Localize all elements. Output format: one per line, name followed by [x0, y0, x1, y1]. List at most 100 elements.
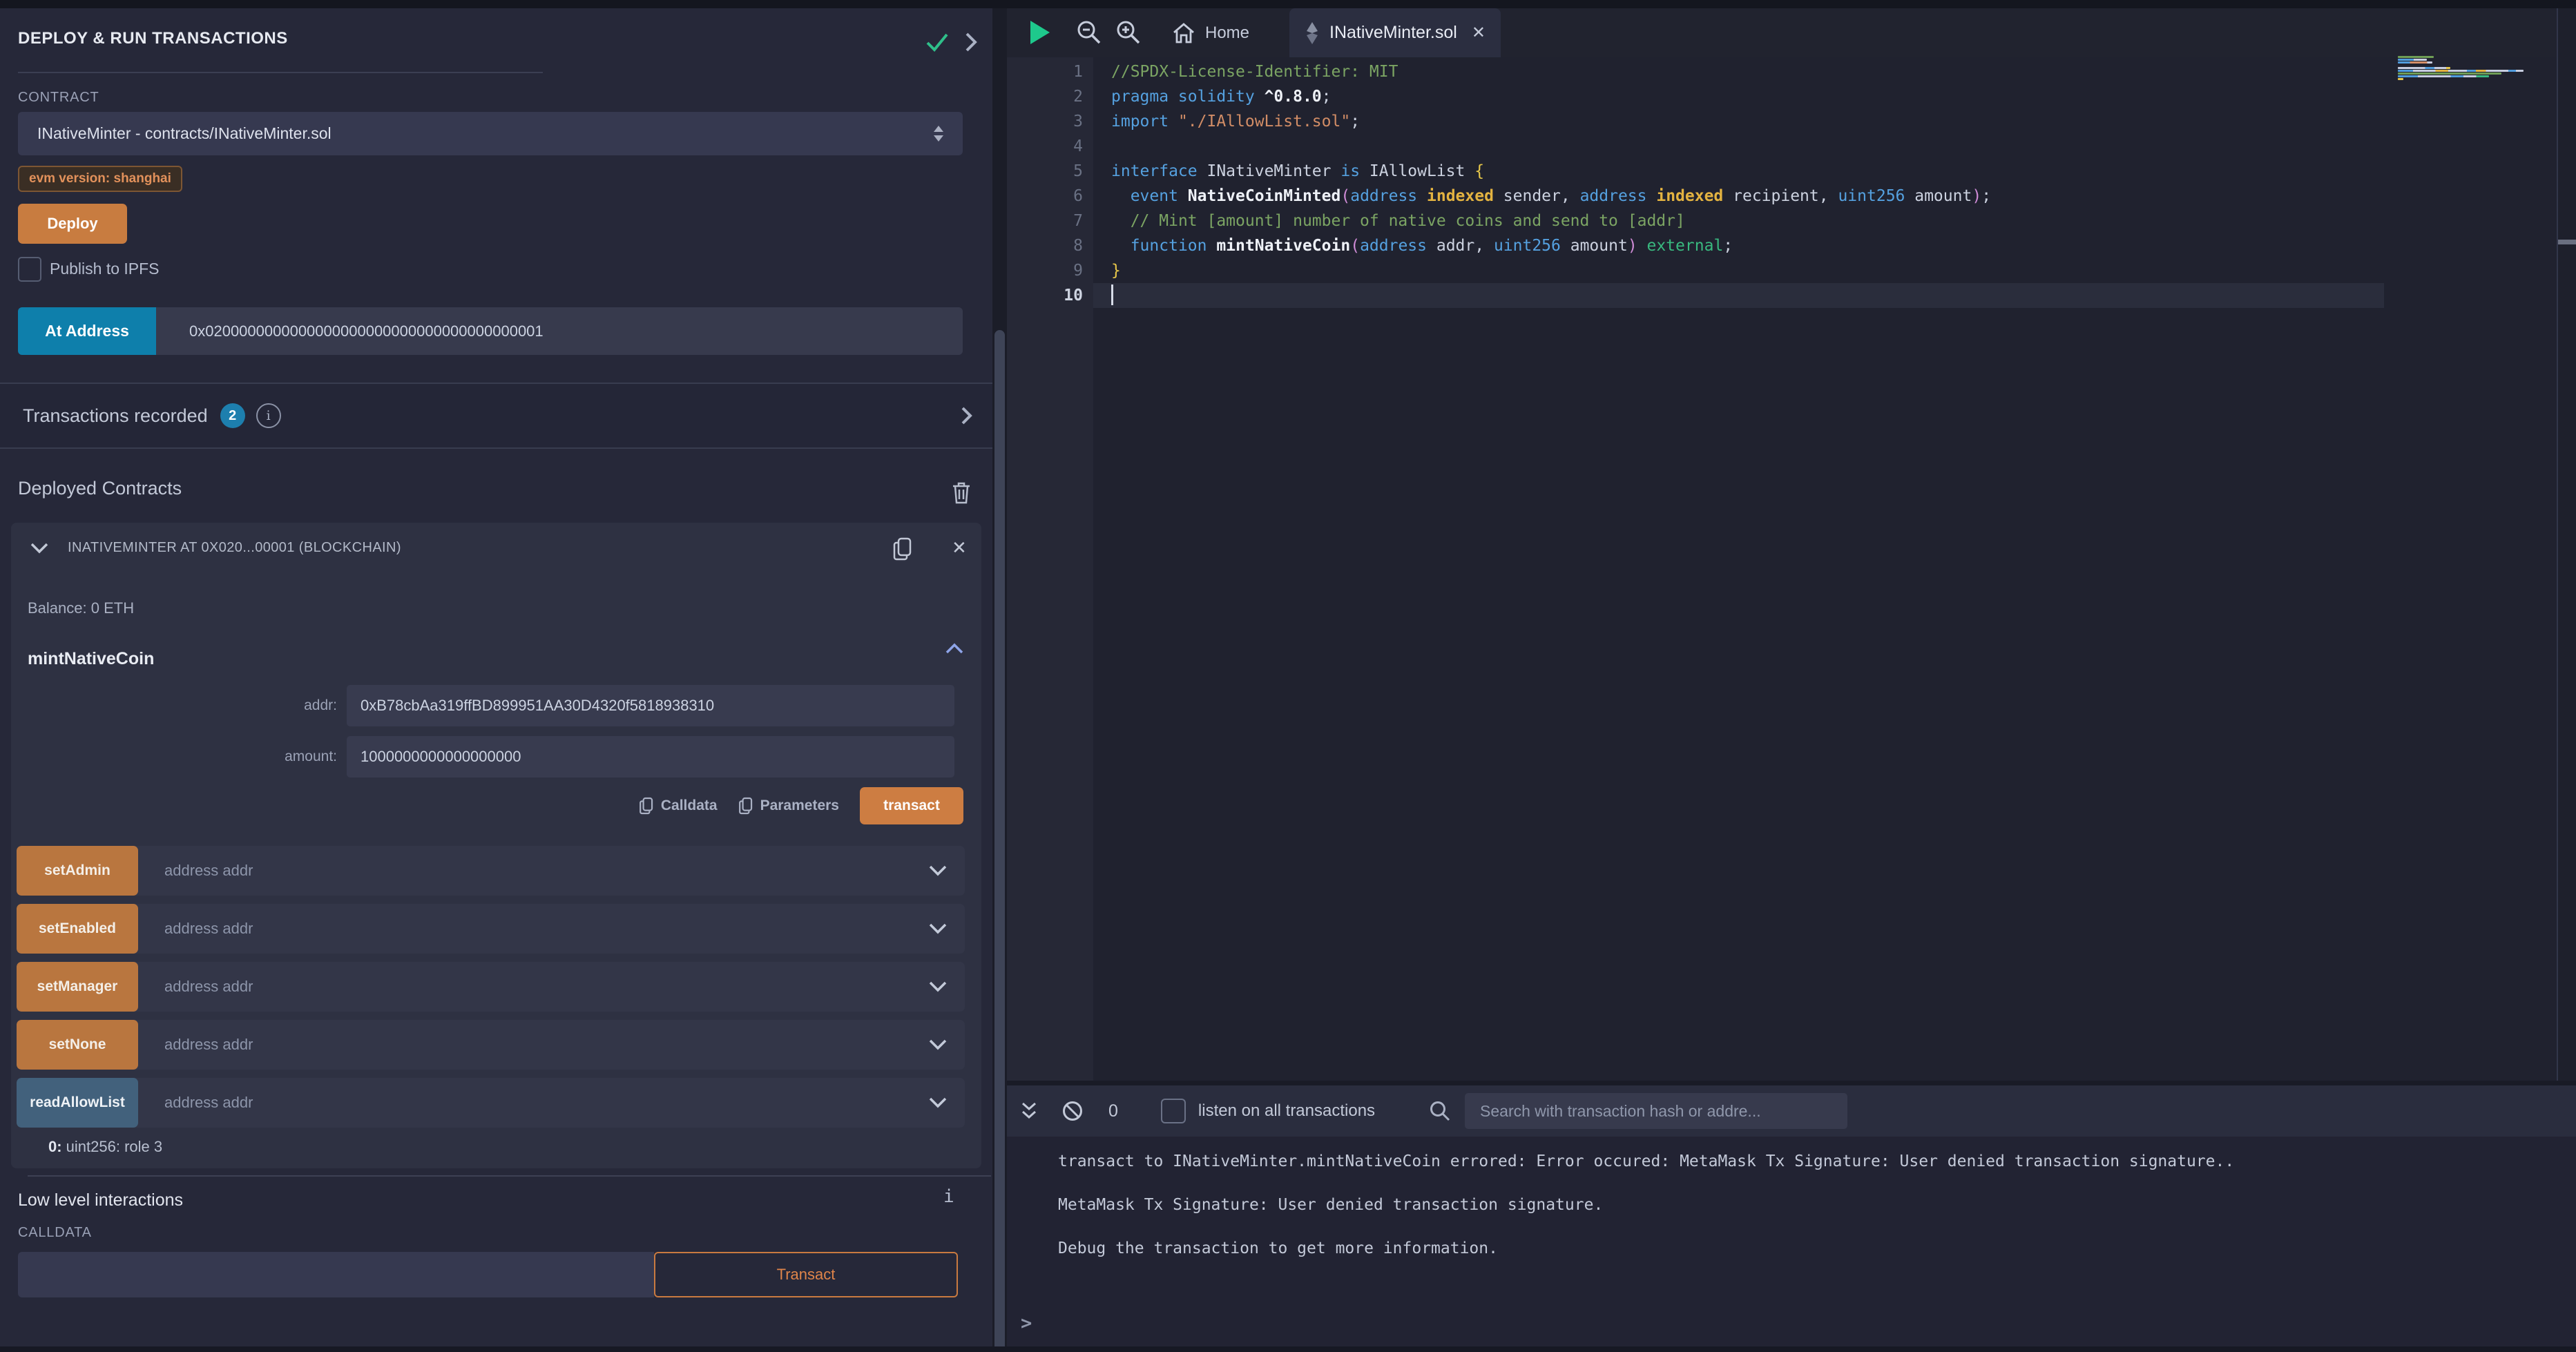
transactions-recorded-label: Transactions recorded	[23, 405, 208, 427]
publish-ipfs-checkbox[interactable]	[18, 257, 41, 282]
calldata-copy-button[interactable]: Calldata	[639, 796, 718, 815]
transact-button[interactable]: transact	[860, 787, 963, 824]
function-input[interactable]: address addr	[164, 920, 253, 938]
chevron-down-icon[interactable]	[929, 981, 947, 992]
clear-console-icon[interactable]	[1061, 1100, 1084, 1122]
deploy-run-panel: DEPLOY & RUN TRANSACTIONS CONTRACT INati…	[0, 8, 992, 1346]
panel-scrollbar[interactable]	[994, 330, 1005, 1352]
balance-label: Balance: 0 ETH	[28, 599, 134, 617]
close-icon[interactable]: ✕	[952, 537, 967, 559]
at-address-input[interactable]: 0x02000000000000000000000000000000000000…	[156, 307, 963, 355]
field-label: addr:	[0, 697, 347, 714]
tab-active-label: INativeMinter.sol	[1329, 23, 1457, 43]
scroll-marker	[2558, 240, 2576, 244]
pending-tx-count: 0	[1108, 1101, 1118, 1121]
chevron-down-icon[interactable]	[929, 1039, 947, 1050]
run-script-icon[interactable]	[1030, 21, 1050, 44]
code-lines[interactable]: 1 //SPDX-License-Identifier: MIT2pragma s…	[1007, 59, 2576, 308]
line-number: 1	[1007, 59, 1083, 84]
field-input[interactable]: 1000000000000000000	[347, 736, 954, 778]
chevron-down-icon[interactable]	[929, 1097, 947, 1108]
code-line: 6 event NativeCoinMinted(address indexed…	[1007, 184, 2576, 209]
function-action-row: Calldata Parameters transact	[0, 787, 963, 824]
at-address-button[interactable]: At Address	[18, 307, 156, 355]
window-top-strip	[0, 0, 2576, 8]
panel-collapse-icon[interactable]	[964, 32, 978, 52]
info-icon[interactable]: i	[943, 1186, 954, 1207]
terminal-log-line: Debug the transaction to get more inform…	[1058, 1227, 2234, 1271]
calldata-label: Calldata	[661, 798, 718, 814]
at-address-group: At Address 0x020000000000000000000000000…	[18, 307, 963, 355]
line-source: }	[1111, 258, 1121, 283]
function-input[interactable]: address addr	[164, 1094, 253, 1112]
terminal-search-input[interactable]	[1465, 1093, 1847, 1129]
transactions-count-badge: 2	[220, 403, 245, 428]
tab-home-label: Home	[1205, 23, 1249, 43]
low-level-transact-button[interactable]: Transact	[654, 1252, 958, 1297]
function-rows: setAdmin address addr setEnabled address ad…	[17, 846, 965, 1136]
status-check-icon	[925, 32, 949, 52]
function-row: setNone address addr	[17, 1020, 965, 1070]
low-level-heading: Low level interactions	[18, 1190, 183, 1210]
chevron-down-icon[interactable]	[929, 923, 947, 934]
publish-ipfs-label: Publish to IPFS	[50, 260, 160, 278]
line-source: event NativeCoinMinted(address indexed s…	[1111, 184, 1991, 209]
line-source: //SPDX-License-Identifier: MIT	[1111, 59, 1398, 84]
code-line: 8 function mintNativeCoin(address addr, …	[1007, 233, 2576, 258]
info-icon[interactable]: i	[256, 403, 281, 428]
contract-select[interactable]: INativeMinter - contracts/INativeMinter.…	[18, 112, 963, 155]
line-source	[1111, 283, 1113, 308]
tab-home[interactable]: Home	[1158, 8, 1263, 57]
function-row: readAllowList address addr	[17, 1078, 965, 1128]
readAllowList-button[interactable]: readAllowList	[17, 1078, 138, 1128]
field-row: amount:1000000000000000000	[0, 736, 970, 778]
code-line: 2pragma solidity ^0.8.0;	[1007, 84, 2576, 109]
setEnabled-button[interactable]: setEnabled	[17, 904, 138, 954]
chevron-down-icon[interactable]	[929, 865, 947, 876]
line-source: // Mint [amount] number of native coins …	[1111, 209, 1685, 233]
setAdmin-button[interactable]: setAdmin	[17, 846, 138, 896]
minimap[interactable]	[2398, 56, 2536, 81]
line-number: 3	[1007, 109, 1083, 134]
deployed-contracts-heading: Deployed Contracts	[18, 478, 182, 499]
solidity-icon	[1305, 21, 1320, 45]
home-icon	[1172, 22, 1195, 44]
low-level-calldata-input[interactable]	[18, 1252, 654, 1297]
tab-inativeminter[interactable]: INativeMinter.sol ✕	[1289, 8, 1501, 57]
header-divider	[18, 72, 543, 73]
function-input[interactable]: address addr	[164, 862, 253, 880]
trash-icon[interactable]	[952, 481, 971, 505]
field-input[interactable]: 0xB78cbAa319ffBD899951AA30D4320f58189383…	[347, 685, 954, 726]
listen-transactions-label: listen on all transactions	[1198, 1101, 1375, 1121]
function-row: setManager address addr	[17, 962, 965, 1012]
remix-window: DEPLOY & RUN TRANSACTIONS CONTRACT INati…	[0, 0, 2576, 1352]
line-number: 6	[1007, 184, 1083, 209]
field-row: addr:0xB78cbAa319ffBD899951AA30D4320f581…	[0, 685, 970, 726]
transactions-recorded-row[interactable]: Transactions recorded 2 i	[0, 383, 992, 449]
zoom-in-icon[interactable]	[1115, 19, 1142, 46]
contract-label: CONTRACT	[18, 90, 99, 106]
editor-scrollbar[interactable]	[2557, 8, 2576, 1081]
tab-close-icon[interactable]: ✕	[1472, 23, 1486, 43]
line-source: pragma solidity ^0.8.0;	[1111, 84, 1332, 109]
function-input[interactable]: address addr	[164, 978, 253, 996]
listen-transactions-checkbox[interactable]	[1161, 1099, 1186, 1123]
function-input[interactable]: address addr	[164, 1036, 253, 1054]
chevron-up-icon[interactable]	[945, 642, 964, 655]
search-icon	[1429, 1100, 1451, 1122]
terminal-logs: transact to INativeMinter.mintNativeCoin…	[1058, 1140, 2234, 1271]
terminal-panel: 0 listen on all transactions transact to…	[1007, 1081, 2576, 1346]
terminal-prompt[interactable]: >	[1021, 1313, 1032, 1334]
copy-icon[interactable]	[892, 537, 913, 561]
parameters-copy-button[interactable]: Parameters	[738, 796, 839, 815]
function-row: setAdmin address addr	[17, 846, 965, 896]
terminal-drag-handle[interactable]	[1007, 1081, 2576, 1085]
chevron-down-icon	[30, 543, 48, 554]
setManager-button[interactable]: setManager	[17, 962, 138, 1012]
collapse-terminal-icon[interactable]	[1019, 1101, 1039, 1121]
zoom-out-icon[interactable]	[1076, 19, 1102, 46]
setNone-button[interactable]: setNone	[17, 1020, 138, 1070]
instance-header[interactable]: INATIVEMINTER AT 0X020...00001 (BLOCKCHA…	[30, 540, 401, 556]
deploy-button[interactable]: Deploy	[18, 204, 127, 244]
evm-version-badge: evm version: shanghai	[18, 166, 182, 192]
